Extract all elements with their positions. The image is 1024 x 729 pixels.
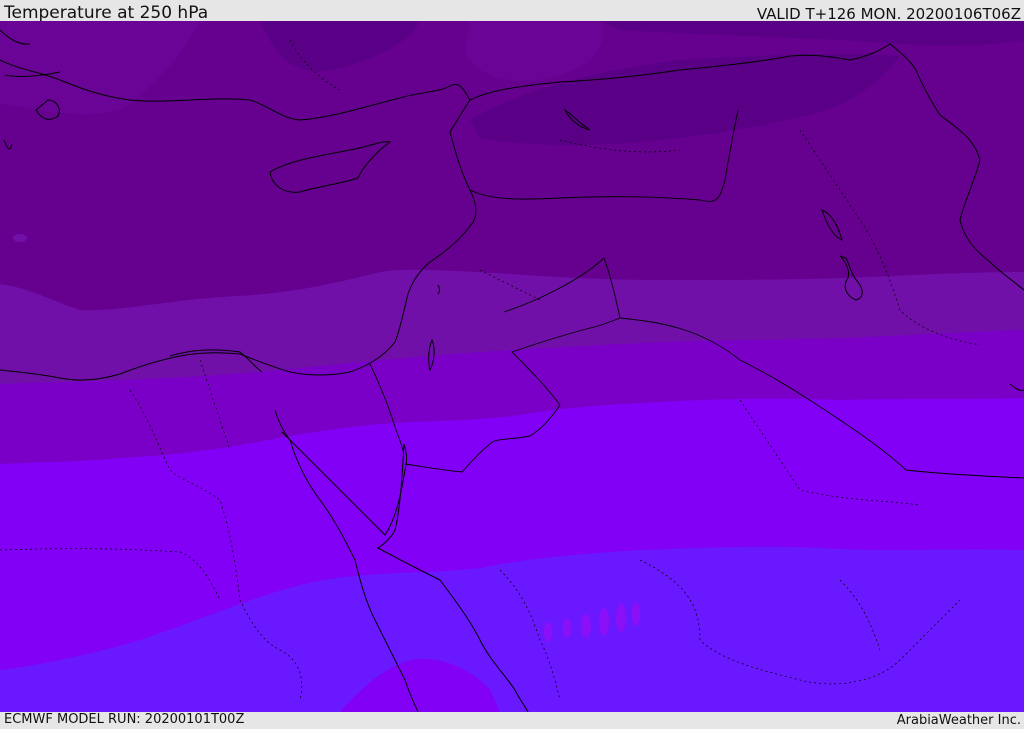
- blob-6: [632, 602, 640, 626]
- header-bar: Temperature at 250 hPa VALID T+126 MON. …: [0, 0, 1024, 23]
- blob-7: [13, 234, 27, 242]
- blob-2: [563, 618, 571, 638]
- weather-map-frame: Temperature at 250 hPa VALID T+126 MON. …: [0, 0, 1024, 729]
- temperature-bands: [0, 21, 1024, 712]
- blob-5: [616, 604, 626, 632]
- map-title: Temperature at 250 hPa: [4, 3, 209, 23]
- credit-label: ArabiaWeather Inc.: [896, 713, 1021, 728]
- blob-3: [581, 614, 591, 638]
- blob-1: [544, 622, 552, 642]
- temperature-map[interactable]: [0, 21, 1024, 712]
- blob-4: [599, 608, 609, 636]
- footer-bar: ECMWF MODEL RUN: 20200101T00Z ArabiaWeat…: [0, 712, 1024, 729]
- model-run-label: ECMWF MODEL RUN: 20200101T00Z: [4, 712, 245, 727]
